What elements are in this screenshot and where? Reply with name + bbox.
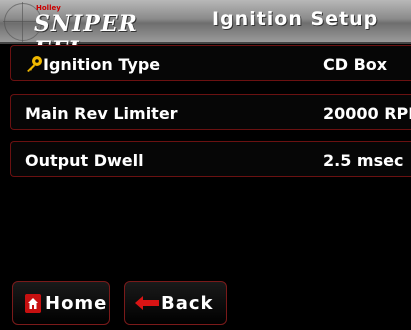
setting-label: Ignition Type xyxy=(43,55,161,74)
setting-value: 2.5 msec xyxy=(323,151,404,170)
back-arrow-icon xyxy=(135,296,159,310)
setting-row-output-dwell[interactable]: Output Dwell 2.5 msec xyxy=(10,141,411,177)
home-icon xyxy=(25,294,41,313)
setting-value: 20000 RPM xyxy=(323,104,411,123)
setting-row-ignition-type[interactable]: Ignition Type CD Box xyxy=(10,45,411,81)
setting-row-main-rev-limiter[interactable]: Main Rev Limiter 20000 RPM xyxy=(10,94,411,130)
setting-value: CD Box xyxy=(323,55,388,74)
setting-label: Main Rev Limiter xyxy=(25,104,178,123)
back-button[interactable]: Back xyxy=(124,281,227,325)
home-button-label: Home xyxy=(45,293,108,314)
key-icon xyxy=(27,56,42,72)
home-button[interactable]: Home xyxy=(12,281,110,325)
sniper-efi-logo: Holley SNIPER EFI xyxy=(22,4,192,63)
page-title: Ignition Setup xyxy=(212,8,379,30)
back-button-label: Back xyxy=(161,293,214,314)
header-bar: Holley SNIPER EFI Ignition Setup xyxy=(0,0,411,63)
setting-label: Output Dwell xyxy=(25,151,144,170)
